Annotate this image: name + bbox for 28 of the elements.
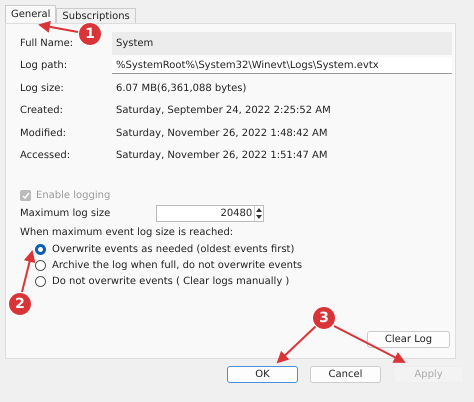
- max-size-field[interactable]: 20480: [156, 205, 264, 222]
- tab[interactable]: Subscriptions: [56, 8, 136, 23]
- annotation-arrow: [38, 20, 78, 33]
- radio-option[interactable]: Archive the log when full, do not overwrite events: [35, 260, 455, 271]
- radio-option[interactable]: Overwrite events as needed (oldest events first): [35, 244, 455, 255]
- tab[interactable]: General: [5, 5, 56, 23]
- full-name-field: System: [112, 32, 452, 54]
- property-label: Log size:: [20, 82, 64, 96]
- spinner-icon[interactable]: [254, 206, 264, 221]
- radio-option[interactable]: Do not overwrite events ( Clear logs manually ): [35, 276, 455, 287]
- log-path-field[interactable]: %SystemRoot%\System32\Winevt\Logs\System.evtx: [112, 57, 452, 74]
- property-value: Saturday, September 24, 2022 2:25:52 AM: [115, 104, 332, 118]
- property-value: 6.07 MB(6,361,088 bytes): [115, 82, 248, 96]
- policy-heading: When maximum event log size is reached:: [20, 227, 234, 238]
- annotation-arrow: [21, 250, 36, 292]
- checkbox-label: Enable logging: [36, 190, 110, 201]
- dialog-button[interactable]: Cancel: [310, 366, 381, 383]
- property-label: Accessed:: [20, 149, 70, 164]
- max-size-label: Maximum log size: [20, 208, 110, 219]
- property-value: Saturday, November 26, 2022 1:51:47 AM: [115, 149, 329, 164]
- property-label: Created:: [20, 104, 63, 118]
- property-label: Full Name:: [20, 36, 74, 51]
- annotation-arrow: [276, 325, 317, 364]
- property-label: Log path:: [20, 59, 68, 74]
- dialog-button[interactable]: OK: [227, 366, 298, 383]
- property-label: Modified:: [20, 126, 66, 141]
- property-value: Saturday, November 26, 2022 1:48:42 AM: [115, 126, 329, 141]
- clear-log-button[interactable]: Clear Log: [367, 331, 450, 348]
